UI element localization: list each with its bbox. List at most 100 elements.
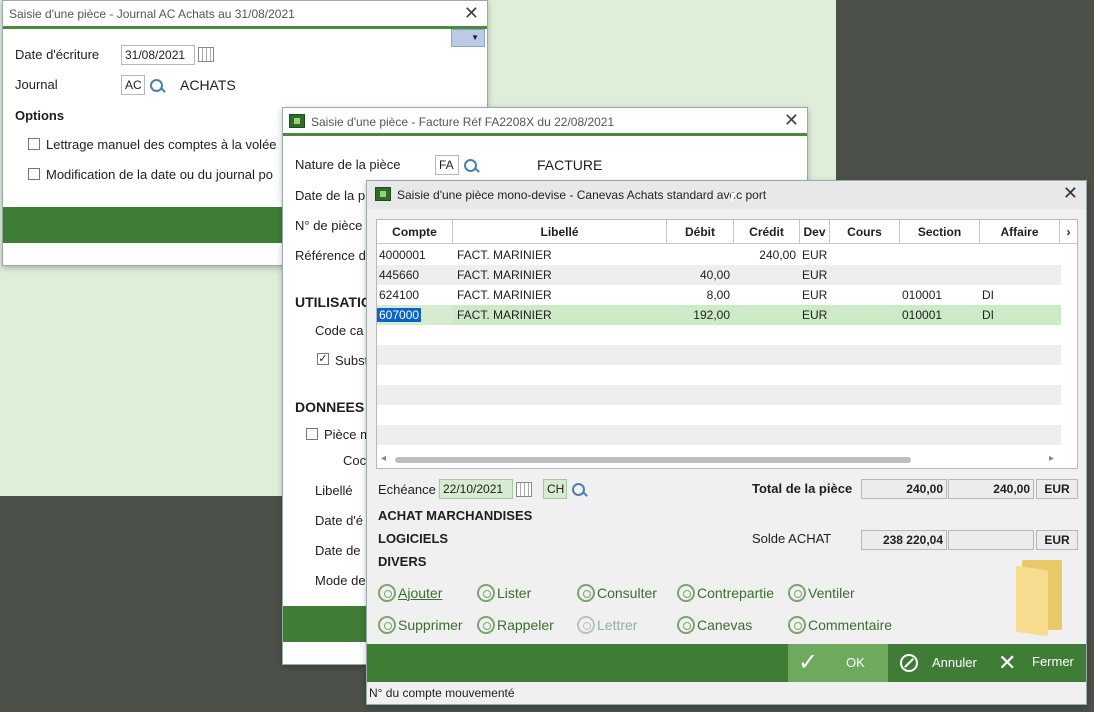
commentaire-label: Commentaire (808, 617, 893, 633)
radio-icon (477, 584, 495, 602)
col-header-cours[interactable]: Cours (830, 220, 900, 244)
col-header-dev[interactable]: Dev (800, 220, 830, 244)
contrepartie-button[interactable]: Contrepartie (677, 584, 774, 602)
cell-dev: EUR (802, 288, 828, 302)
cell-compte[interactable]: 607000 (377, 305, 453, 325)
scroll-left-icon[interactable]: ◂ (381, 453, 386, 464)
fermer-button[interactable]: ✕ Fermer (996, 644, 1084, 682)
rappeler-button[interactable]: Rappeler (477, 616, 554, 634)
cell-credit (734, 285, 796, 305)
annuler-button[interactable]: Annuler (896, 644, 986, 682)
radio-icon (577, 616, 595, 634)
dropdown-arrow-icon: ▼ (471, 33, 479, 42)
cell-dev: EUR (802, 248, 828, 262)
journal-code-field[interactable]: AC (121, 75, 145, 95)
col-header-affaire[interactable]: Affaire (980, 220, 1060, 244)
entry-window-title: Saisie d'une pièce mono-devise - Canevas… (375, 187, 766, 202)
checkmark-icon: ✓ (798, 649, 819, 676)
echeance-date-field[interactable]: 22/10/2021 (439, 479, 513, 499)
ventiler-label: Ventiler (808, 585, 855, 601)
col-header-credit[interactable]: Crédit (734, 220, 800, 244)
info-line-2: LOGICIELS (378, 531, 449, 546)
calendar-icon[interactable] (516, 482, 532, 497)
rappeler-label: Rappeler (497, 617, 554, 633)
lettrer-label: Lettrer (597, 617, 638, 633)
cell-debit: 192,00 (693, 308, 730, 322)
status-bar: N° du compte mouvementé (367, 682, 1086, 704)
app-icon (375, 187, 391, 201)
contrepartie-label: Contrepartie (697, 585, 775, 601)
total-credit-field: 240,00 (948, 479, 1034, 499)
nature-code-field[interactable]: FA (435, 155, 459, 175)
solde-label: Solde ACHAT (752, 531, 832, 546)
invoice-window-title-text: Saisie d'une pièce - Facture Réf FA2208X… (311, 115, 615, 129)
dropdown-button[interactable]: ▼ (451, 29, 485, 47)
horizontal-scrollbar[interactable]: ◂ ▸ (377, 452, 1077, 468)
info-line-1: ACHAT MARCHANDISES (378, 508, 533, 523)
option2-label: Modification de la date ou du journal po (46, 167, 273, 182)
col-header-compte[interactable]: Compte (377, 220, 453, 244)
radio-icon (378, 584, 396, 602)
col-header-section[interactable]: Section (900, 220, 980, 244)
consulter-button[interactable]: Consulter (577, 584, 657, 602)
radio-icon (677, 616, 695, 634)
invoice-window-titlebar[interactable]: Saisie d'une pièce - Facture Réf FA2208X… (283, 108, 807, 136)
date-e-label: Date d'é (315, 513, 364, 528)
col-header-libelle[interactable]: Libellé (453, 220, 667, 244)
col-header-debit[interactable]: Débit (667, 220, 734, 244)
payment-mode-field[interactable]: CH (543, 479, 567, 499)
scroll-right-icon[interactable]: › (1060, 220, 1077, 244)
scrollbar-thumb[interactable] (395, 457, 911, 463)
radio-icon (477, 616, 495, 634)
date-label: Date d'écriture (15, 47, 100, 62)
invoice-window-title: Saisie d'une pièce - Facture Réf FA2208X… (289, 114, 614, 129)
search-icon[interactable] (570, 481, 588, 499)
cell-debit (667, 245, 730, 265)
table-row[interactable]: 4000001 FACT. MARINIER 240,00 EUR (377, 245, 1061, 265)
table-row[interactable]: 624100 FACT. MARINIER 8,00 EUR 010001 DI (377, 285, 1061, 305)
table-row-selected[interactable]: 607000 FACT. MARINIER 192,00 EUR 010001 … (377, 305, 1061, 325)
piece-checkbox[interactable] (306, 428, 318, 440)
cell-compte: 624100 (379, 288, 420, 302)
search-icon[interactable] (462, 157, 480, 175)
canevas-button[interactable]: Canevas (677, 616, 752, 634)
lettrer-button[interactable]: Lettrer (577, 616, 637, 634)
commentaire-button[interactable]: Commentaire (788, 616, 892, 634)
lister-button[interactable]: Lister (477, 584, 531, 602)
total-debit-field: 240,00 (861, 479, 947, 499)
folder-icon[interactable] (1016, 560, 1066, 637)
entries-grid[interactable]: Compte Libellé Débit Crédit Dev Cours Se… (376, 219, 1078, 469)
info-line-3: DIVERS (378, 554, 427, 569)
close-icon[interactable]: ✕ (1063, 183, 1078, 204)
nature-name: FACTURE (537, 157, 603, 173)
journal-window-titlebar[interactable]: Saisie d'une pièce - Journal AC Achats a… (3, 1, 487, 29)
date-de-label: Date de (315, 543, 361, 558)
mode-label: Mode de (315, 573, 366, 588)
cell-credit (734, 265, 796, 285)
echeance-label: Echéance (378, 482, 436, 497)
search-icon[interactable] (148, 77, 166, 95)
cell-compte: 445660 (379, 268, 420, 282)
journal-label: Journal (15, 77, 58, 92)
ventiler-button[interactable]: Ventiler (788, 584, 855, 602)
date-field[interactable]: 31/08/2021 (121, 45, 195, 65)
table-row[interactable]: 445660 FACT. MARINIER 40,00 EUR (377, 265, 1061, 285)
supprimer-button[interactable]: Supprimer (378, 616, 463, 634)
calendar-icon[interactable] (198, 47, 214, 62)
entry-window-titlebar[interactable]: Saisie d'une pièce mono-devise - Canevas… (367, 181, 1086, 209)
subst-checkbox[interactable]: ✓ (317, 353, 329, 365)
close-x-icon: ✕ (998, 650, 1017, 675)
annuler-label: Annuler (932, 655, 977, 670)
close-icon[interactable]: ✕ (464, 3, 479, 24)
ajouter-button[interactable]: Ajouter (378, 584, 442, 602)
app-icon (289, 114, 305, 128)
cell-libelle: FACT. MARINIER (457, 308, 552, 322)
option1-checkbox[interactable] (28, 138, 40, 150)
option2-checkbox[interactable] (28, 168, 40, 180)
ok-button[interactable]: ✓ OK (788, 644, 888, 682)
close-icon[interactable]: ✕ (784, 110, 799, 131)
solde-dev-field: EUR (1036, 530, 1078, 550)
scroll-right-arrow-icon[interactable]: ▸ (1049, 453, 1054, 464)
cell-dev: EUR (802, 268, 828, 282)
cell-libelle: FACT. MARINIER (457, 268, 552, 282)
